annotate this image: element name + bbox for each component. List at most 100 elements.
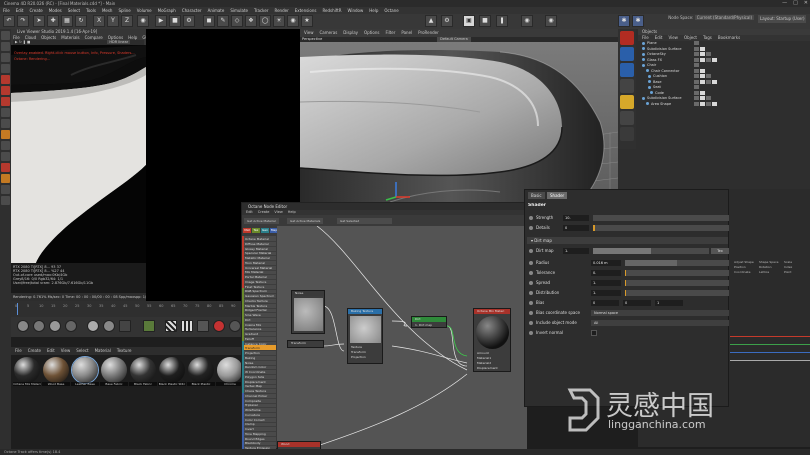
bias-space-select[interactable]: Normal space — [591, 310, 729, 316]
tag-icon[interactable] — [712, 101, 717, 106]
tag-icon[interactable] — [700, 74, 705, 78]
lv-pause-icon[interactable]: ❚ — [23, 40, 26, 44]
category-mat[interactable]: Mat — [243, 228, 251, 233]
snap-icon[interactable]: ✱ — [618, 15, 630, 27]
distribution-slider[interactable] — [625, 290, 729, 296]
material-swatch[interactable]: Black Fabric — [129, 357, 157, 386]
keyframe-icon[interactable] — [529, 226, 533, 230]
object-row[interactable]: Chair Connector — [638, 68, 810, 74]
object-row[interactable]: Area Shape — [638, 101, 810, 107]
tweak-mode-icon[interactable] — [1, 119, 10, 128]
keyframe-icon[interactable] — [529, 321, 533, 325]
keyframe-icon[interactable] — [529, 281, 533, 285]
redo-icon[interactable]: ↷ — [17, 15, 29, 27]
dirt-map-slider[interactable] — [593, 248, 709, 254]
snap-mode-icon[interactable] — [1, 130, 10, 139]
minimize-icon[interactable]: — — [782, 0, 787, 6]
tab-basic[interactable]: Basic — [528, 192, 545, 199]
tag-icon[interactable] — [694, 85, 699, 89]
object-row[interactable]: Base — [638, 79, 810, 85]
category-tex[interactable]: Tex — [252, 228, 260, 233]
lv-send-icon[interactable]: ▶ — [15, 40, 18, 44]
texture-button[interactable]: Tex — [711, 248, 729, 254]
material-swatch[interactable]: Leather Base — [71, 356, 99, 386]
strength-field[interactable]: 10. — [563, 215, 589, 221]
material-menu-material[interactable]: Material — [95, 348, 111, 353]
edges-mode-icon[interactable] — [1, 86, 10, 95]
channel-icon[interactable] — [119, 320, 131, 332]
viewport-menu-display[interactable]: Display — [343, 30, 358, 35]
rotate-icon[interactable]: ↻ — [75, 15, 87, 27]
tag-icon[interactable] — [694, 68, 699, 73]
attr-tab[interactable]: Scale — [784, 260, 808, 264]
tag-icon[interactable] — [700, 52, 705, 56]
object-row[interactable]: Chair — [638, 63, 810, 68]
dirt-node[interactable]: Dirt 1. Dirt map — [411, 316, 447, 328]
object-row[interactable]: Seat — [638, 85, 810, 90]
octane-material-icon[interactable]: ◉ — [521, 15, 533, 27]
attr-tab[interactable]: Rotation — [759, 265, 783, 269]
details-field[interactable]: 0 — [563, 225, 589, 231]
invert-normal-checkbox[interactable] — [591, 330, 597, 336]
cloner-icon[interactable]: ❖ — [245, 15, 257, 27]
tag-icon[interactable] — [712, 79, 717, 84]
menu-volume[interactable]: Volume — [137, 8, 152, 13]
node-menu-create[interactable]: Create — [258, 210, 270, 214]
workplane-icon[interactable]: ✱ — [632, 15, 644, 27]
material-swatch[interactable]: Black Plastic — [187, 357, 215, 386]
keyframe-icon[interactable] — [529, 271, 533, 275]
undo-icon[interactable]: ↶ — [3, 15, 15, 27]
tag-icon[interactable] — [694, 46, 699, 51]
spread-slider[interactable] — [625, 280, 729, 286]
menu-file[interactable]: File — [3, 8, 10, 13]
render-icon[interactable]: ■ — [169, 15, 181, 27]
close-icon[interactable]: ✕ — [804, 0, 808, 6]
camera-icon[interactable]: ◉ — [287, 15, 299, 27]
objects-menu-bookmarks[interactable]: Bookmarks — [718, 35, 740, 40]
texture-mode-icon[interactable] — [1, 53, 10, 62]
tag-icon[interactable] — [694, 96, 699, 100]
material-swatch[interactable]: Wood Base — [42, 357, 70, 386]
keyframe-icon[interactable] — [529, 261, 533, 265]
object-row[interactable]: OctaneSky — [638, 52, 810, 57]
objects-menu-file[interactable]: File — [642, 35, 649, 40]
menu-redshiftr[interactable]: RedshiftR — [322, 8, 341, 13]
tag-icon[interactable] — [694, 63, 699, 67]
viewport-menu-options[interactable]: Options — [364, 30, 379, 35]
keyframe-icon[interactable] — [529, 301, 533, 305]
axis-z-button[interactable]: Z — [121, 15, 133, 27]
menu-mograph[interactable]: MoGraph — [158, 8, 176, 13]
objects-menu-view[interactable]: View — [668, 35, 678, 40]
get-selected-button[interactable]: Get Selected — [337, 218, 363, 224]
viewport-menu-panel[interactable]: Panel — [401, 30, 412, 35]
lv-refresh-icon[interactable]: ↻ — [19, 40, 22, 44]
material-menu-edit[interactable]: Edit — [47, 348, 55, 353]
paint-mode-icon[interactable] — [1, 185, 10, 194]
attr-tab[interactable]: Point — [784, 270, 808, 274]
object-row[interactable]: Subdivision Surface — [638, 96, 810, 101]
texture-icon[interactable] — [143, 320, 155, 332]
dirt-node-port[interactable]: 1. Dirt map — [412, 322, 446, 328]
menu-edit[interactable]: Edit — [16, 8, 24, 13]
keyframe-icon[interactable] — [529, 216, 533, 220]
layout-select[interactable]: Layout: Startup (User) — [758, 15, 806, 23]
viewport-menu-filter[interactable]: Filter — [385, 30, 395, 35]
material-menu-select[interactable]: Select — [76, 348, 88, 353]
bias-x-field[interactable]: 0 — [591, 300, 619, 306]
bias-z-field[interactable]: 1 — [655, 300, 683, 306]
deformer-icon[interactable]: ◯ — [259, 15, 271, 27]
octane-material-icon[interactable] — [620, 47, 634, 61]
tag-icon[interactable] — [694, 57, 699, 62]
tag-icon[interactable] — [706, 101, 711, 106]
objects-menu-object[interactable]: Object — [684, 35, 697, 40]
tag-icon[interactable] — [700, 68, 705, 73]
object-row[interactable]: Glass FX — [638, 57, 810, 63]
material-menu-file[interactable]: File — [15, 348, 22, 353]
attr-tab[interactable]: Position — [734, 265, 758, 269]
tag-icon[interactable] — [700, 79, 705, 84]
scale-icon[interactable]: ▦ — [61, 15, 73, 27]
attr-tab[interactable]: Index — [784, 265, 808, 269]
tolerance-field[interactable]: 0. — [591, 270, 621, 276]
lv-stop-icon[interactable]: ■ — [27, 40, 30, 44]
menu-select[interactable]: Select — [68, 8, 80, 13]
